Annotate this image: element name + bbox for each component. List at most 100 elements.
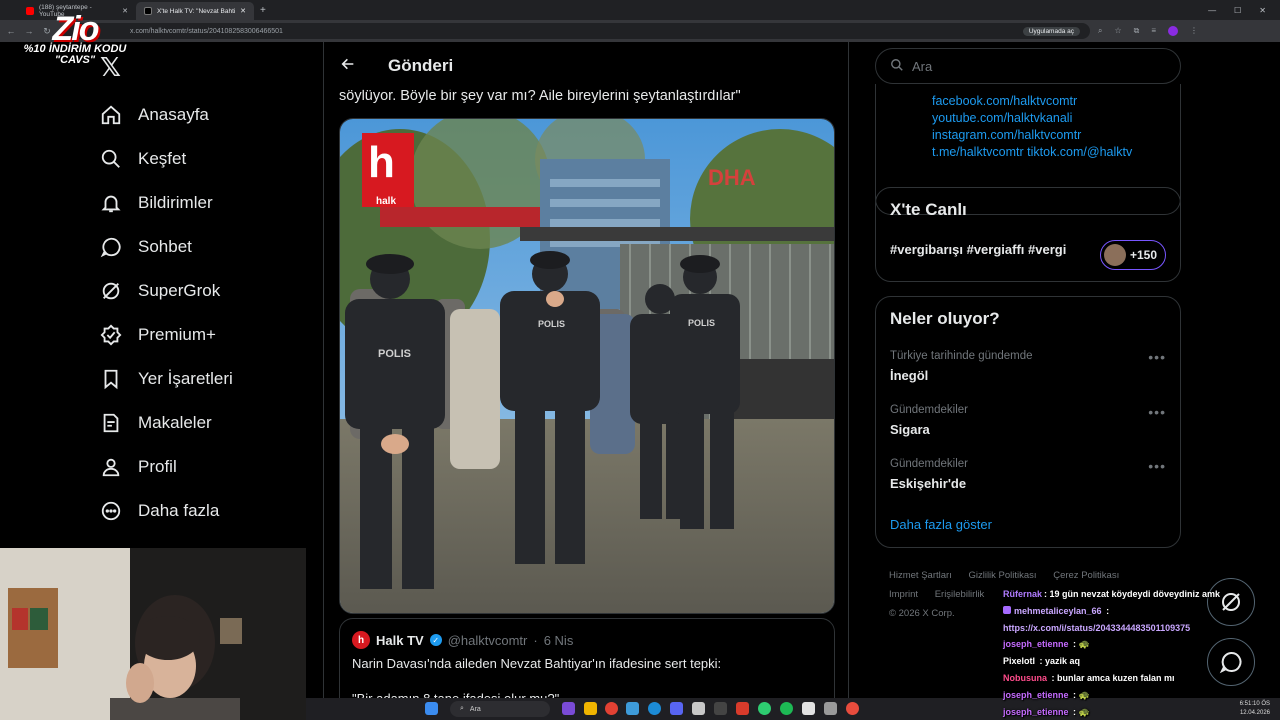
bell-icon <box>100 192 122 214</box>
url-field[interactable]: x.com/halktvcomtr/status/204108258300646… <box>60 23 1090 39</box>
taskbar-search[interactable]: ⌕ Ara <box>450 701 550 717</box>
footer-link[interactable]: Gizlilik Politikası <box>968 570 1036 581</box>
search-icon <box>100 148 122 170</box>
app-icon[interactable] <box>626 702 639 715</box>
quoted-post-header: h Halk TV ✓ @halktvcomtr · 6 Nis <box>352 631 573 649</box>
open-in-app-button[interactable]: Uygulamada aç <box>1022 26 1080 36</box>
link-telegram-tiktok[interactable]: t.me/halktvcomtr tiktok.com/@halktv <box>932 145 1132 159</box>
more-options-icon[interactable]: ••• <box>1148 349 1166 365</box>
chat-icon <box>100 236 122 258</box>
nav-item-profile[interactable]: Profil <box>100 456 177 478</box>
trending-title: Neler oluyor? <box>890 309 1000 328</box>
app-icon[interactable] <box>562 702 575 715</box>
close-icon[interactable]: ✕ <box>240 7 246 15</box>
search-input[interactable]: Ara <box>875 48 1181 84</box>
stream-chat: Rüfernak: 19 gün nevzat köydeydi döveydi… <box>1003 586 1280 720</box>
quoted-author-handle[interactable]: @halktvcomtr <box>448 633 528 648</box>
more-options-icon[interactable]: ••• <box>1148 458 1166 474</box>
nav-item-more[interactable]: Daha fazla <box>100 500 219 522</box>
app-icon[interactable] <box>802 702 815 715</box>
search-icon <box>890 58 904 75</box>
nav-label: Anasayfa <box>138 105 209 124</box>
footer-link[interactable]: Çerez Politikası <box>1053 570 1119 581</box>
trend-item[interactable]: Gündemdekiler Sigara <box>890 404 968 437</box>
live-tags[interactable]: #vergibarışı #vergiaffı #vergi <box>890 242 1066 257</box>
quoted-post-date[interactable]: 6 Nis <box>544 633 574 648</box>
nav-label: Yer İşaretleri <box>138 369 233 388</box>
extensions-icon[interactable]: ⧉ <box>1134 26 1140 36</box>
discord-icon[interactable] <box>670 702 683 715</box>
nav-item-chat[interactable]: Sohbet <box>100 236 192 258</box>
link-facebook[interactable]: facebook.com/halktvcomtr <box>932 94 1077 108</box>
back-icon[interactable]: ← <box>6 26 16 36</box>
chat-message: mehmetaliceylan_66 : <box>1003 603 1280 620</box>
app-icon[interactable] <box>736 702 749 715</box>
app-icon[interactable] <box>824 702 837 715</box>
chat-text: bunlar amca kuzen falan mı <box>1057 672 1175 683</box>
chat-message: joseph_etienne : 🐢 <box>1003 706 1090 717</box>
chat-message: joseph_etienne : 🐢 <box>1003 689 1090 700</box>
post-video[interactable]: POLIS POLIS POLIS h halk DHA <box>339 118 835 614</box>
link-instagram[interactable]: instagram.com/halktvcomtr <box>932 128 1081 142</box>
new-tab-icon[interactable]: + <box>260 5 266 16</box>
quoted-author-name[interactable]: Halk TV <box>376 633 424 648</box>
zoom-icon[interactable]: ⌕ <box>1098 26 1102 36</box>
app-icon[interactable] <box>584 702 597 715</box>
app-icon[interactable] <box>846 702 859 715</box>
emote-icon: 🐢 <box>1078 689 1090 700</box>
live-listeners-button[interactable]: +150 <box>1100 240 1166 270</box>
url-text: x.com/halktvcomtr/status/204108258300646… <box>130 27 283 35</box>
show-more-link[interactable]: Daha fazla göster <box>890 517 992 532</box>
live-title: X'te Canlı <box>890 200 967 219</box>
trend-item[interactable]: Türkiye tarihinde gündemde İnegöl <box>890 350 1033 383</box>
trend-item[interactable]: Gündemdekiler Eskişehir'de <box>890 458 968 491</box>
more-icon <box>100 500 122 522</box>
bookmark-icon <box>100 368 122 390</box>
footer-link[interactable]: Erişilebilirlik <box>935 589 985 600</box>
spotify-icon[interactable] <box>780 702 793 715</box>
app-icon[interactable] <box>692 702 705 715</box>
grok-icon <box>100 280 122 302</box>
chrome-icon[interactable] <box>605 702 618 715</box>
avatar[interactable]: h <box>352 631 370 649</box>
extension-icon[interactable] <box>1168 26 1179 36</box>
person-icon <box>100 456 122 478</box>
app-icon[interactable] <box>714 702 727 715</box>
nav-item-explore[interactable]: Keşfet <box>100 148 186 170</box>
app-icon[interactable] <box>758 702 771 715</box>
menu-icon[interactable]: ⋮ <box>1190 26 1198 36</box>
stream-logo-overlay: Zio %10 İNDİRİM KODU "CAVS" <box>20 12 130 66</box>
nav-item-articles[interactable]: Makaleler <box>100 412 212 434</box>
chat-username: Pixelotl <box>1003 656 1036 667</box>
nav-item-home[interactable]: Anasayfa <box>100 104 209 126</box>
profile-icon[interactable]: ≡ <box>1151 26 1156 36</box>
search-icon: ⌕ <box>460 705 464 712</box>
emote-icon: 🐢 <box>1078 639 1090 650</box>
windows-start-icon[interactable] <box>425 702 438 715</box>
nav-item-supergrok[interactable]: SuperGrok <box>100 280 220 302</box>
footer-link[interactable]: Hizmet Şartları <box>889 570 952 581</box>
taskbar-search-placeholder: Ara <box>469 705 481 713</box>
chat-link[interactable]: https://x.com/i/status/20433444835011093… <box>1003 623 1190 633</box>
trend-category: Gündemdekiler <box>890 458 968 470</box>
bookmark-star-icon[interactable]: ☆ <box>1114 26 1121 36</box>
back-arrow-icon[interactable] <box>340 56 366 77</box>
emote-icon: 🐢 <box>1078 706 1090 717</box>
footer-link[interactable]: Imprint <box>889 589 918 600</box>
maximize-icon[interactable]: ☐ <box>1234 6 1241 15</box>
nav-item-notifications[interactable]: Bildirimler <box>100 192 213 214</box>
close-window-icon[interactable]: ✕ <box>1259 6 1266 15</box>
more-options-icon[interactable]: ••• <box>1148 404 1166 420</box>
nav-label: Sohbet <box>138 237 192 256</box>
chat-username: Nobusuna <box>1003 672 1047 683</box>
nav-label: Makaleler <box>138 413 212 432</box>
nav-item-bookmarks[interactable]: Yer İşaretleri <box>100 368 233 390</box>
chat-message: https://x.com/i/status/20433444835011093… <box>1003 620 1280 637</box>
nav-item-premium[interactable]: Premium+ <box>100 324 216 346</box>
link-youtube[interactable]: youtube.com/halktvkanali <box>932 111 1072 125</box>
minimize-icon[interactable]: — <box>1208 6 1216 15</box>
edge-icon[interactable] <box>648 702 661 715</box>
vest-label-1: POLIS <box>378 348 411 360</box>
tab-x[interactable]: X'te Halk TV: "Nevzat Bahti... ✕ <box>136 2 254 20</box>
separator-dot: · <box>533 632 538 648</box>
